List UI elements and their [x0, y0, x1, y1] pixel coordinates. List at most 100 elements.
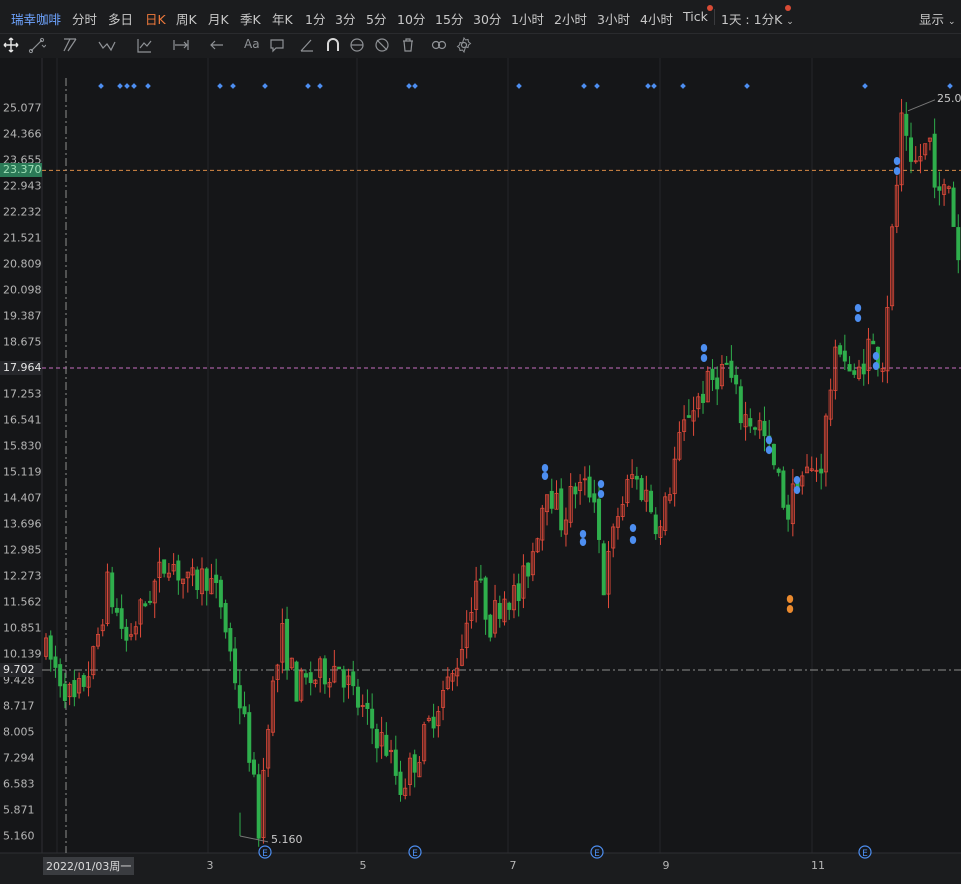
candle-body: [937, 186, 942, 191]
link-icon[interactable]: [430, 36, 448, 54]
tab-2hour[interactable]: 2小时: [554, 9, 587, 28]
candle-body: [72, 680, 77, 698]
measure-range-icon[interactable]: [172, 36, 190, 54]
candle-body: [771, 443, 776, 466]
trade-bubble-marker: [579, 538, 587, 546]
comment-icon[interactable]: [268, 36, 286, 54]
hide-drawing-icon[interactable]: [373, 36, 391, 54]
event-marker-letter: E: [412, 849, 418, 859]
wave-pattern-icon[interactable]: [98, 36, 116, 54]
tab-3min[interactable]: 3分: [335, 9, 355, 28]
signal-diamond-marker: [862, 83, 868, 89]
trade-bubble-marker: [629, 536, 637, 544]
trade-bubble-marker: [700, 354, 708, 362]
signal-diamond-marker: [317, 83, 323, 89]
chart-canvas[interactable]: EEEE: [0, 58, 961, 884]
price-line-label: 9.702: [0, 662, 42, 677]
x-tick-label: 3: [206, 859, 214, 872]
candlestick-chart[interactable]: EEEE 25.077 24.366 23.655 22.943 22.232 21.52…: [0, 58, 961, 884]
candle-body: [370, 708, 375, 729]
candle-body: [786, 504, 791, 520]
signal-diamond-marker: [217, 83, 223, 89]
tab-month-k[interactable]: 月K: [208, 9, 229, 28]
tab-10min[interactable]: 10分: [397, 9, 425, 28]
candle-body: [365, 702, 370, 709]
signal-diamond-marker: [581, 83, 587, 89]
y-tick-label: 13.696: [3, 517, 42, 531]
trade-bubble-marker: [854, 304, 862, 312]
y-tick-label: 21.521: [3, 231, 42, 245]
signal-diamond-marker: [145, 83, 151, 89]
signal-diamond-marker: [680, 83, 686, 89]
y-tick-label: 17.253: [3, 387, 42, 401]
candle-body: [781, 470, 786, 508]
tab-tick[interactable]: Tick: [683, 9, 708, 24]
tab-5min[interactable]: 5分: [366, 9, 386, 28]
candle-body: [223, 603, 228, 633]
y-tick-label: 11.562: [3, 595, 42, 609]
y-tick-label: 7.294: [3, 751, 35, 765]
candle-body: [710, 368, 715, 380]
tab-season-k[interactable]: 季K: [240, 9, 261, 28]
trendline-icon[interactable]: [28, 36, 46, 54]
display-menu-label: 显示: [919, 12, 945, 27]
candle-body: [242, 706, 247, 715]
candle-body: [819, 468, 824, 474]
tab-year-k[interactable]: 年K: [272, 9, 293, 28]
candle-body: [384, 734, 389, 756]
trade-bubble-marker: [893, 157, 901, 165]
display-menu[interactable]: 显示 ⌄: [919, 9, 956, 28]
candle-body: [592, 493, 597, 503]
fibonacci-icon[interactable]: [135, 36, 153, 54]
angle-icon[interactable]: [298, 36, 316, 54]
candle-body: [776, 468, 781, 473]
signal-diamond-marker: [651, 83, 657, 89]
candle-body: [526, 562, 531, 577]
candle-body: [48, 635, 53, 660]
tab-duori[interactable]: 多日: [108, 9, 133, 28]
tab-fenshi[interactable]: 分时: [72, 9, 97, 28]
tab-30min[interactable]: 30分: [473, 9, 501, 28]
candle-body: [393, 749, 398, 776]
y-tick-label: 15.830: [3, 439, 42, 453]
signal-diamond-marker: [412, 83, 418, 89]
candle-body: [842, 350, 847, 362]
tab-1hour[interactable]: 1小时: [511, 9, 544, 28]
candle-body: [322, 658, 327, 685]
signal-diamond-marker: [645, 83, 651, 89]
interval-combo-label: 1天 : 1分K: [721, 12, 783, 27]
signal-diamond-marker: [230, 83, 236, 89]
candle-body: [909, 137, 914, 162]
tab-4hour[interactable]: 4小时: [640, 9, 673, 28]
y-tick-label: 20.098: [3, 283, 42, 297]
arrow-left-icon[interactable]: [208, 36, 226, 54]
tab-week-k[interactable]: 周K: [176, 9, 197, 28]
tab-day-k[interactable]: 日K: [145, 9, 166, 28]
candle-body: [587, 476, 592, 498]
tab-15min[interactable]: 15分: [435, 9, 463, 28]
candle-body: [214, 574, 219, 584]
channel-icon[interactable]: [62, 36, 80, 54]
signal-diamond-marker: [947, 83, 953, 89]
symbol-title[interactable]: 瑞幸咖啡: [11, 9, 61, 28]
high-price-label: 25.05: [937, 91, 961, 105]
price-line-label: 23.370: [0, 163, 42, 178]
gear-icon[interactable]: [455, 36, 473, 54]
trade-bubble-marker: [541, 472, 549, 480]
interval-combo[interactable]: 1天 : 1分K ⌄: [721, 9, 794, 28]
trade-bubble-marker: [793, 476, 801, 484]
candle-body: [601, 543, 606, 596]
magnet-icon[interactable]: [324, 36, 342, 54]
y-tick-label: 10.139: [3, 647, 42, 661]
candle-body: [861, 363, 866, 375]
drawing-toolbar: Aa: [0, 34, 961, 58]
trash-icon[interactable]: [399, 36, 417, 54]
candle-body: [729, 360, 734, 378]
text-tool[interactable]: Aa: [244, 37, 260, 51]
lock-drawing-icon[interactable]: [348, 36, 366, 54]
candle-body: [119, 608, 124, 629]
candle-body: [431, 716, 436, 729]
tab-1min[interactable]: 1分: [305, 9, 325, 28]
tab-3hour[interactable]: 3小时: [597, 9, 630, 28]
move-cross-icon[interactable]: [2, 36, 20, 54]
